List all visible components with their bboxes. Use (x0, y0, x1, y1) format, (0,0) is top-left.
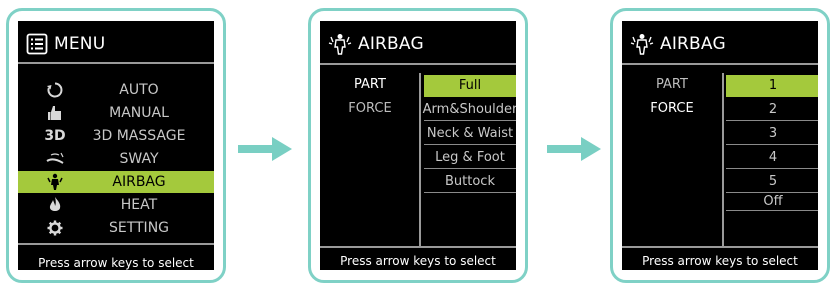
airbag-icon (42, 171, 68, 193)
option-leg-foot[interactable]: Leg & Foot (424, 147, 516, 169)
menu-item-heat[interactable]: HEAT (18, 194, 214, 216)
menu-item-3d-massage[interactable]: 3D 3D MASSAGE (18, 125, 214, 147)
airbag-part-panel: AIRBAG PART FORCE Full Arm&Shoulder Neck… (308, 8, 528, 283)
option-full[interactable]: Full (424, 75, 516, 97)
force-tab[interactable]: FORCE (637, 101, 707, 116)
option-force-1[interactable]: 1 (726, 75, 818, 97)
menu-item-label: SETTING (108, 220, 170, 236)
footer-hint: Press arrow keys to select (642, 254, 798, 268)
menu-item-airbag[interactable]: AIRBAG (18, 171, 214, 193)
airbag-title-bar: AIRBAG (630, 31, 726, 57)
column-divider (419, 73, 421, 248)
footer-hint: Press arrow keys to select (38, 256, 194, 270)
footer-divider (320, 246, 516, 248)
option-arm-shoulder[interactable]: Arm&Shoulder (423, 99, 516, 121)
airbag-force-panel: AIRBAG PART FORCE 1 2 3 4 5 Off Press ar… (610, 8, 830, 283)
arrow-right-icon (238, 137, 292, 161)
option-buttock[interactable]: Buttock (424, 171, 516, 193)
title-divider (320, 63, 516, 65)
menu-item-label: AIRBAG (112, 174, 166, 190)
airbag-icon (630, 34, 654, 55)
option-force-3[interactable]: 3 (726, 123, 818, 145)
menu-item-manual[interactable]: MANUAL (18, 102, 214, 124)
menu-item-label: HEAT (120, 197, 158, 213)
option-neck-waist[interactable]: Neck & Waist (424, 123, 516, 145)
arrow-right-icon (547, 137, 601, 161)
part-tab[interactable]: PART (637, 77, 707, 92)
title-divider (18, 62, 214, 64)
airbag-icon (328, 34, 352, 55)
thumbs-up-icon (42, 102, 68, 124)
footer-divider (622, 246, 818, 248)
menu-title-bar: MENU (26, 31, 105, 57)
part-tab[interactable]: PART (335, 77, 405, 92)
option-force-5[interactable]: 5 (726, 171, 818, 193)
page-title: MENU (54, 34, 106, 54)
title-divider (622, 63, 818, 65)
menu-item-label: 3D MASSAGE (92, 128, 186, 144)
menu-list-icon (26, 33, 48, 55)
sway-icon (42, 148, 68, 170)
page-title: AIRBAG (358, 34, 424, 54)
menu-item-sway[interactable]: SWAY (18, 148, 214, 170)
option-force-2[interactable]: 2 (726, 99, 818, 121)
page-title: AIRBAG (660, 34, 726, 54)
menu-item-auto[interactable]: AUTO (18, 79, 214, 101)
footer-divider (18, 243, 214, 245)
menu-screen: MENU AUTO MANUAL 3D 3D MASSAGE SWAY AIRB… (18, 21, 214, 270)
gear-icon (42, 217, 68, 239)
menu-item-setting[interactable]: SETTING (18, 217, 214, 239)
force-tab[interactable]: FORCE (335, 101, 405, 116)
menu-panel: MENU AUTO MANUAL 3D 3D MASSAGE SWAY AIRB… (6, 8, 226, 283)
column-divider (722, 73, 724, 248)
auto-cycle-icon (42, 79, 68, 101)
menu-item-label: MANUAL (109, 105, 169, 121)
option-force-off[interactable]: Off (726, 192, 818, 211)
airbag-force-screen: AIRBAG PART FORCE 1 2 3 4 5 Off Press ar… (622, 21, 818, 270)
menu-item-label: SWAY (119, 151, 159, 167)
airbag-title-bar: AIRBAG (328, 31, 424, 57)
footer-hint: Press arrow keys to select (340, 254, 496, 268)
airbag-part-screen: AIRBAG PART FORCE Full Arm&Shoulder Neck… (320, 21, 516, 270)
option-force-4[interactable]: 4 (726, 147, 818, 169)
menu-item-label: AUTO (119, 82, 159, 98)
3d-icon: 3D (44, 128, 66, 144)
flame-icon (42, 194, 68, 216)
